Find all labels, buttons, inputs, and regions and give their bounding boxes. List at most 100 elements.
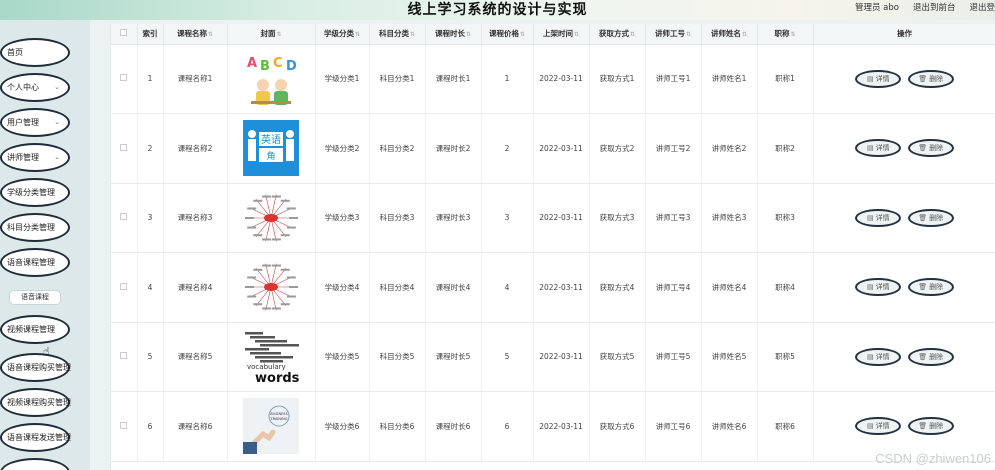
- page-title: 线上学习系统的设计与实现: [407, 2, 588, 18]
- detail-button[interactable]: ▤ 详情: [855, 347, 902, 366]
- cell-name: 课程名称2: [163, 113, 228, 184]
- cell-name: 课程名称3: [163, 183, 228, 253]
- logout-link[interactable]: 退出登: [969, 0, 995, 20]
- cover-cell: ABCD: [227, 44, 316, 114]
- select-all-checkbox[interactable]: [111, 24, 138, 45]
- sidebar-item-label: 个人中心: [7, 83, 39, 92]
- sort-icon: ⇅: [354, 31, 361, 39]
- detail-button[interactable]: ▤ 详情: [855, 278, 902, 297]
- svg-text:TRAINING: TRAINING: [270, 417, 288, 421]
- chevron-down-icon: ⌄: [54, 83, 60, 91]
- cell-method: 获取方式5: [589, 322, 646, 392]
- sidebar-item-grade-categories[interactable]: 学级分类管理: [0, 178, 70, 207]
- detail-icon: ▤: [866, 422, 874, 431]
- column-header[interactable]: 上架时间⇅: [533, 24, 590, 45]
- cell-index: 3: [137, 183, 164, 253]
- cell-tname: 讲师姓名1: [701, 44, 758, 114]
- column-header[interactable]: 科目分类⇅: [369, 24, 426, 45]
- cell-tname: 讲师姓名4: [701, 252, 758, 323]
- column-header[interactable]: 讲师工号⇅: [645, 24, 702, 45]
- cell-method: 获取方式6: [589, 391, 646, 462]
- cell-name: 课程名称5: [163, 322, 228, 392]
- row-checkbox[interactable]: [111, 113, 138, 184]
- chevron-down-icon: ⌄: [54, 118, 60, 126]
- table-row: 2 课程名称2 英语 角学级分类2 科目分类2 课程时长2 2 2022-03-11 获取方…: [111, 113, 995, 184]
- sidebar-item-teachers[interactable]: 讲师管理 ⌄: [0, 143, 70, 172]
- table-row: 3 课程名称3 学级分类3 科目分类3 课程时长3 3 2022-03-11 获取方式3 讲师工…: [111, 183, 995, 253]
- detail-icon: ▤: [866, 352, 874, 361]
- admin-label: 管理员 abo: [854, 3, 899, 13]
- cover-image-business: BUSINESS TRAINING: [243, 398, 299, 455]
- cell-title: 职称1: [757, 44, 814, 114]
- column-header[interactable]: 学级分类⇅: [315, 24, 370, 45]
- column-header[interactable]: 获取方式⇅: [589, 24, 646, 45]
- column-header[interactable]: 课程时长⇅: [425, 24, 482, 45]
- cover-image-mindmap: [243, 259, 299, 316]
- detail-button[interactable]: ▤ 详情: [855, 208, 902, 227]
- sidebar-item-video-courses[interactable]: 视频课程管理: [0, 315, 70, 344]
- table-row: 5 课程名称5 vocabulary words 学级分类5 科目分类5 课程时长5 5 202…: [111, 322, 995, 392]
- sidebar-item-audio-sending[interactable]: 语音课程发送管理: [0, 423, 71, 452]
- svg-text:B: B: [260, 59, 270, 74]
- cell-date: 2022-03-11: [533, 322, 590, 392]
- detail-button[interactable]: ▤ 详情: [855, 69, 902, 88]
- cell-tid: 讲师工号4: [645, 252, 702, 323]
- cell-date: 2022-03-11: [533, 252, 590, 323]
- delete-button[interactable]: 🗑 删除: [907, 347, 954, 366]
- sort-icon: ⇅: [207, 31, 214, 39]
- cell-subject: 科目分类4: [369, 252, 426, 323]
- sort-icon: ⇅: [573, 31, 580, 39]
- detail-button[interactable]: ▤ 详情: [855, 417, 902, 436]
- column-header[interactable]: 职称⇅: [757, 24, 814, 45]
- column-header[interactable]: 课程名称⇅: [163, 24, 228, 45]
- svg-text:角: 角: [266, 150, 275, 162]
- cell-date: 2022-03-11: [533, 113, 590, 184]
- trash-icon: 🗑: [918, 352, 928, 361]
- table-header-row: 索引 课程名称⇅ 封面⇅ 学级分类⇅ 科目分类⇅ 课程时长⇅ 课程价格⇅ 上架时…: [111, 24, 995, 45]
- cell-tname: 讲师姓名6: [701, 391, 758, 462]
- sidebar-item-video-purchases[interactable]: 视频课程购买管理: [0, 388, 71, 417]
- sidebar-item-label: 学级分类管理: [7, 188, 55, 197]
- row-checkbox[interactable]: [111, 183, 138, 253]
- delete-button[interactable]: 🗑 删除: [907, 208, 954, 227]
- column-header[interactable]: 封面⇅: [227, 24, 316, 45]
- sidebar-item-label: 科目分类管理: [7, 223, 55, 232]
- sidebar-item-audio-purchases[interactable]: 语音课程购买管理: [0, 353, 71, 382]
- table-row: 1 课程名称1 A B C D 学级分类1 科目分类1 课程时长1 1 2022-03-11 获取方式…: [111, 44, 995, 114]
- header-actions: 管理员 abo 退出到前台 退出登: [855, 0, 995, 20]
- row-checkbox[interactable]: [111, 252, 138, 323]
- column-header[interactable]: 课程价格⇅: [481, 24, 534, 45]
- row-checkbox[interactable]: [111, 391, 138, 462]
- column-header[interactable]: 讲师姓名⇅: [701, 24, 758, 45]
- cell-name: 课程名称6: [163, 391, 228, 462]
- delete-button[interactable]: 🗑 删除: [907, 417, 954, 436]
- delete-button[interactable]: 🗑 删除: [907, 278, 954, 297]
- cover-cell: [227, 252, 316, 323]
- detail-button[interactable]: ▤ 详情: [855, 139, 902, 158]
- mouse-cursor-icon: ☝: [43, 345, 50, 358]
- sidebar-item-home[interactable]: 首页: [0, 38, 70, 67]
- chevron-down-icon: ⌄: [54, 153, 60, 161]
- sidebar-item-subject-categories[interactable]: 科目分类管理: [0, 213, 70, 242]
- actions-cell: ▤ 详情 🗑 删除: [813, 113, 995, 184]
- svg-text:英语: 英语: [261, 133, 281, 146]
- cell-duration: 课程时长6: [425, 391, 482, 462]
- sidebar-item-profile[interactable]: 个人中心 ⌄: [0, 73, 70, 102]
- cell-method: 获取方式1: [589, 44, 646, 114]
- watermark: CSDN @zhiwen106: [875, 451, 991, 466]
- delete-button[interactable]: 🗑 删除: [907, 69, 954, 88]
- sidebar-item-users[interactable]: 用户管理 ⌄: [0, 108, 70, 137]
- sidebar-item-audio-courses[interactable]: 语音课程管理: [0, 248, 70, 277]
- sort-icon: ⇅: [685, 31, 692, 39]
- delete-button[interactable]: 🗑 删除: [907, 139, 954, 158]
- detail-icon: ▤: [866, 74, 874, 83]
- sidebar-subitem-audio-course[interactable]: 语音课程: [9, 290, 61, 305]
- cell-grade: 学级分类6: [315, 391, 370, 462]
- cell-grade: 学级分类2: [315, 113, 370, 184]
- front-link[interactable]: 退出到前台: [913, 0, 956, 20]
- sidebar-item-more[interactable]: [0, 458, 70, 470]
- sort-icon: ⇅: [409, 31, 416, 39]
- row-checkbox[interactable]: [111, 322, 138, 392]
- column-header: 操作: [813, 24, 995, 45]
- row-checkbox[interactable]: [111, 44, 138, 114]
